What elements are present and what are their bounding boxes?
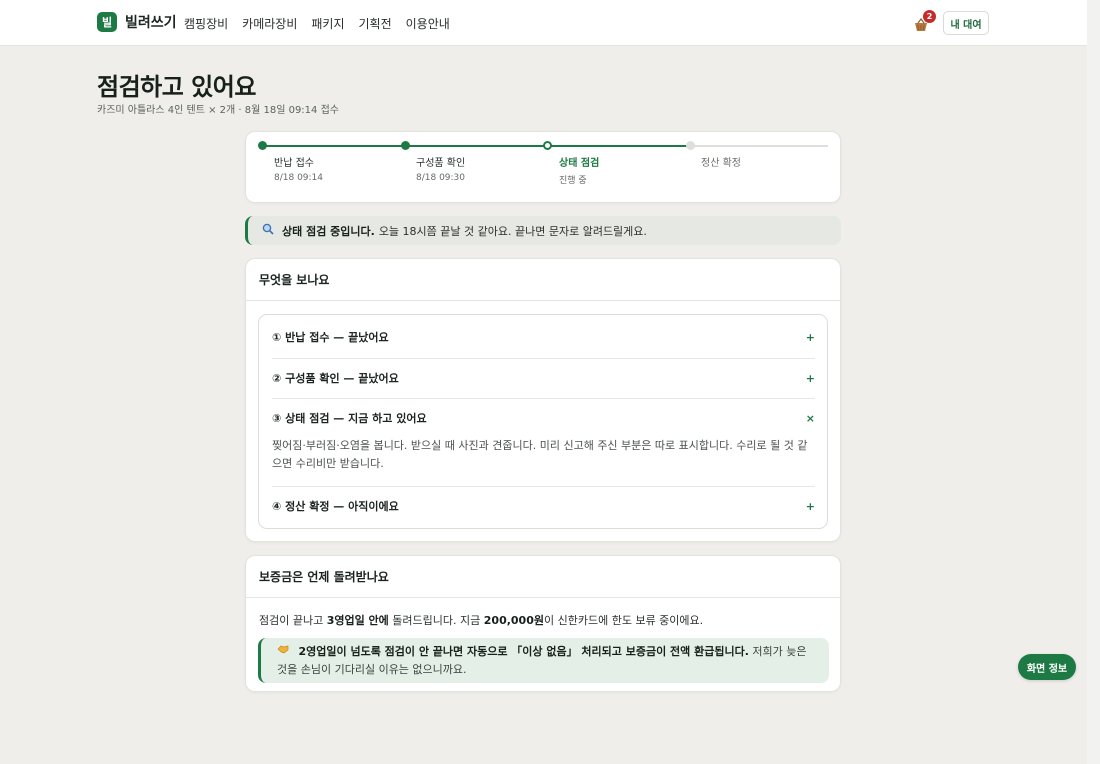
step-label-2: 구성품 확인 (416, 158, 466, 169)
step-time-1: 8/18 09:14 (274, 173, 324, 183)
accordion-label: ② 구성품 확인 — 끝났어요 (272, 372, 399, 385)
card-title: 보증금은 언제 돌려받나요 (246, 556, 840, 598)
brand-name: 빌려쓰기 (125, 15, 177, 31)
accordion-item-condition[interactable]: ③ 상태 점검 — 지금 하고 있어요 × (272, 398, 815, 438)
accordion-item-components[interactable]: ② 구성품 확인 — 끝났어요 + (272, 358, 815, 398)
step-time-2: 8/18 09:30 (416, 173, 466, 183)
top-navigation-bar: 빌 빌려쓰기 캠핑장비 카메라장비 패키지 기획전 이용안내 2 내 대여 (0, 0, 1087, 46)
main-nav: 캠핑장비 카메라장비 패키지 기획전 이용안내 (184, 15, 450, 32)
page-subtitle: 카즈미 아틀라스 4인 텐트 × 2개 · 8월 18일 09:14 접수 (97, 105, 339, 116)
accordion-item-return[interactable]: ① 반납 접수 — 끝났어요 + (272, 317, 815, 357)
accordion-body-condition: 찢어짐·부러짐·오염을 봅니다. 받으실 때 사진과 견줍니다. 미리 신고해 … (272, 439, 808, 470)
step-dot-4 (686, 141, 695, 150)
screen-info-button[interactable]: 화면 정보 (1018, 654, 1076, 680)
nav-item-promotion[interactable]: 기획전 (359, 15, 392, 32)
step-dot-1 (258, 141, 267, 150)
expand-plus-icon: + (805, 499, 815, 513)
cart-button[interactable]: 2 (913, 10, 936, 34)
brand-logo-icon: 빌 (97, 12, 117, 32)
cart-count-badge: 2 (923, 10, 936, 23)
inspection-accordion: ① 반납 접수 — 끝났어요 + ② 구성품 확인 — 끝났어요 + ③ 상태 … (258, 314, 828, 529)
magnifier-icon (262, 223, 274, 238)
accordion-label: ③ 상태 점검 — 지금 하고 있어요 (272, 412, 427, 425)
accordion-label: ① 반납 접수 — 끝났어요 (272, 331, 389, 344)
inspection-notice: 상태 점검 중입니다. 오늘 18시쯤 끝날 것 같아요. 끝나면 문자로 알려… (245, 216, 841, 245)
stepper-track-done (262, 145, 688, 147)
nav-item-guide[interactable]: 이용안내 (406, 15, 450, 32)
handshake-icon (277, 645, 293, 658)
nav-item-package[interactable]: 패키지 (311, 15, 344, 32)
step-dot-2 (401, 141, 410, 150)
inspection-info-card: 무엇을 보나요 ① 반납 접수 — 끝났어요 + ② 구성품 확인 — 끝났어요… (245, 258, 841, 542)
deposit-description: 점검이 끝나고 3영업일 안에 돌려드립니다. 지금 200,000원이 신한카… (259, 614, 704, 627)
nav-item-camping[interactable]: 캠핑장비 (184, 15, 228, 32)
expand-plus-icon: + (805, 371, 815, 385)
step-dot-3 (543, 141, 552, 150)
collapse-close-icon: × (805, 411, 815, 425)
accordion-label: ④ 정산 확정 — 아직이에요 (272, 500, 399, 513)
card-title: 무엇을 보나요 (246, 259, 840, 301)
stepper-track-pending (688, 145, 828, 147)
accordion-item-settlement[interactable]: ④ 정산 확정 — 아직이에요 + (272, 486, 815, 526)
step-label-3: 상태 점검 (559, 158, 600, 169)
deposit-guarantee-note: 2영업일이 넘도록 점검이 안 끝나면 자동으로 「이상 없음」 처리되고 보증… (258, 638, 829, 683)
notice-text: 오늘 18시쯤 끝날 것 같아요. 끝나면 문자로 알려드릴게요. (378, 224, 647, 238)
my-rental-button[interactable]: 내 대여 (943, 11, 989, 35)
nav-item-camera[interactable]: 카메라장비 (242, 15, 297, 32)
step-label-4: 정산 확정 (701, 158, 741, 169)
deposit-info-card: 보증금은 언제 돌려받나요 점검이 끝나고 3영업일 안에 돌려드립니다. 지금… (245, 555, 841, 692)
page-title: 점검하고 있어요 (97, 73, 256, 101)
step-time-3: 진행 중 (559, 176, 587, 186)
notice-bold: 상태 점검 중입니다. (282, 224, 375, 238)
step-label-1: 반납 접수 (274, 158, 314, 169)
progress-stepper: 반납 접수 8/18 09:14 구성품 확인 8/18 09:30 상태 점검… (245, 131, 841, 203)
expand-plus-icon: + (805, 330, 815, 344)
brand[interactable]: 빌 빌려쓰기 (97, 12, 177, 32)
page-scrollbar[interactable] (1087, 0, 1100, 764)
